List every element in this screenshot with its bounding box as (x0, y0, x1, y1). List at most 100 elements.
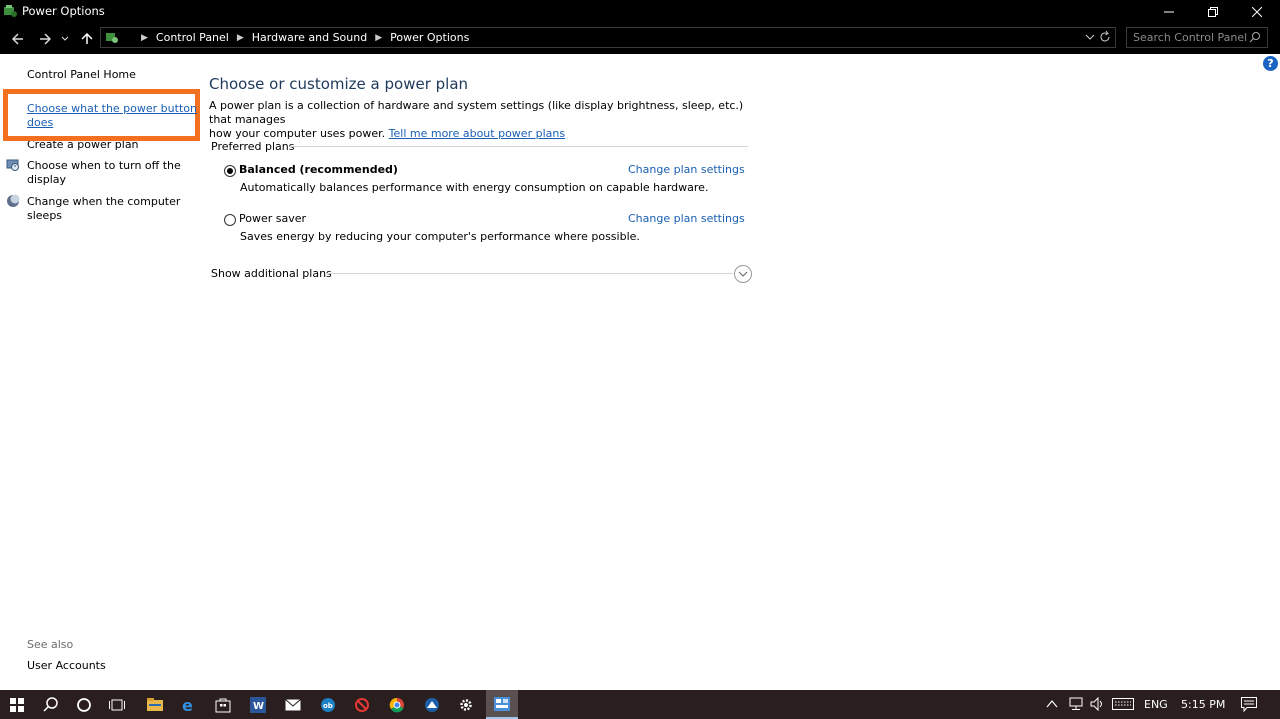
power-saver-plan-description: Saves energy by reducing your computer's… (240, 230, 640, 243)
balanced-plan-description: Automatically balances performance with … (240, 181, 709, 194)
chevron-down-icon (61, 36, 69, 41)
search-icon (43, 697, 58, 712)
app-icon-2 (425, 698, 439, 712)
edge-button[interactable]: e (178, 694, 200, 716)
balanced-change-settings-link[interactable]: Change plan settings (628, 163, 745, 176)
balanced-plan-name[interactable]: Balanced (recommended) (239, 163, 398, 176)
refresh-icon[interactable] (1099, 30, 1111, 44)
minimize-icon (1164, 11, 1174, 13)
search-placeholder: Search Control Panel (1133, 31, 1248, 44)
clock[interactable]: 5:15 PM (1181, 698, 1225, 711)
control-panel-icon (494, 696, 510, 711)
power-button-link-line2[interactable]: does (27, 116, 53, 130)
app-icon: ob (321, 698, 335, 712)
keyboard-icon[interactable] (1112, 698, 1134, 710)
computer-sleeps-link-line1[interactable]: Change when the computer (27, 195, 180, 209)
edge-icon: e (182, 697, 193, 713)
language-indicator[interactable]: ENG (1144, 698, 1168, 711)
turn-off-display-link-line2[interactable]: display (27, 173, 66, 187)
title-bar: Power Options (0, 0, 1280, 24)
up-button[interactable] (77, 29, 97, 49)
control-panel-taskbar-button[interactable] (486, 690, 518, 719)
balanced-radio[interactable] (224, 165, 236, 177)
search-icon (1249, 32, 1260, 43)
address-dropdown-icon[interactable] (1085, 30, 1095, 44)
turn-off-display-link-line1[interactable]: Choose when to turn off the (27, 159, 181, 173)
search-box[interactable]: Search Control Panel (1126, 27, 1268, 48)
learn-more-link[interactable]: Tell me more about power plans (389, 127, 565, 140)
svg-text:W: W (253, 701, 264, 712)
moon-icon (7, 194, 20, 207)
breadcrumb-power-options[interactable]: Power Options (386, 31, 473, 44)
help-icon[interactable]: ? (1263, 56, 1278, 71)
word-button[interactable]: W (247, 694, 269, 716)
expand-button[interactable] (734, 265, 752, 283)
breadcrumb-hardware-and-sound[interactable]: Hardware and Sound (248, 31, 371, 44)
breadcrumb: ▶ Control Panel ▶ Hardware and Sound ▶ P… (137, 31, 473, 44)
settings-icon (460, 699, 472, 711)
back-button[interactable] (8, 29, 28, 49)
block-button[interactable] (351, 694, 373, 716)
network-icon[interactable] (1068, 697, 1084, 711)
page-title: Choose or customize a power plan (209, 75, 469, 93)
file-explorer-icon (147, 698, 163, 711)
action-center-icon[interactable] (1241, 697, 1257, 712)
task-view-button[interactable] (106, 694, 128, 716)
power-saver-plan-name[interactable]: Power saver (239, 212, 306, 225)
recent-locations-button[interactable] (58, 29, 72, 49)
minimize-button[interactable] (1146, 0, 1192, 24)
breadcrumb-control-panel[interactable]: Control Panel (152, 31, 233, 44)
preferred-plans-label: Preferred plans (211, 140, 295, 153)
close-button[interactable] (1234, 0, 1280, 24)
window-title: Power Options (22, 4, 105, 18)
forward-button[interactable] (35, 29, 55, 49)
computer-sleeps-link-line2[interactable]: sleeps (27, 209, 62, 223)
svg-text:e: e (182, 697, 193, 713)
chevron-down-icon (738, 271, 748, 277)
chrome-button[interactable] (386, 694, 408, 716)
control-panel-icon (106, 33, 118, 43)
restore-icon (1208, 7, 1218, 17)
cortana-button[interactable] (73, 694, 95, 716)
volume-icon[interactable] (1090, 697, 1106, 711)
start-button[interactable] (6, 694, 28, 716)
divider (327, 273, 733, 274)
chevron-right-icon: ▶ (141, 32, 148, 43)
power-saver-radio[interactable] (224, 214, 236, 226)
search-button[interactable] (40, 694, 62, 716)
app-button[interactable]: ob (317, 694, 339, 716)
chevron-up-icon[interactable] (1046, 699, 1058, 709)
description-line2: how your computer uses power. (209, 127, 386, 140)
file-explorer-button[interactable] (144, 694, 166, 716)
block-icon (355, 698, 369, 712)
svg-text:ob: ob (323, 702, 333, 710)
power-saver-change-settings-link[interactable]: Change plan settings (628, 212, 745, 225)
chevron-right-icon: ▶ (236, 32, 244, 43)
restore-button[interactable] (1190, 0, 1236, 24)
app-button-2[interactable] (421, 694, 443, 716)
settings-button[interactable] (455, 694, 477, 716)
chevron-right-icon: ▶ (375, 32, 383, 43)
user-accounts-link[interactable]: User Accounts (27, 659, 106, 672)
cortana-icon (77, 698, 91, 712)
see-also-heading: See also (27, 638, 74, 651)
task-view-icon (109, 699, 125, 711)
address-bar[interactable]: ▶ Control Panel ▶ Hardware and Sound ▶ P… (100, 27, 1116, 48)
mail-button[interactable] (282, 694, 304, 716)
page-description: A power plan is a collection of hardware… (209, 99, 759, 141)
control-panel-home-link[interactable]: Control Panel Home (27, 68, 136, 82)
store-button[interactable] (212, 694, 234, 716)
store-icon (215, 698, 231, 713)
back-arrow-icon (12, 33, 23, 45)
start-icon (10, 698, 24, 712)
forward-arrow-icon (40, 33, 51, 45)
power-options-icon (4, 5, 17, 17)
word-icon: W (250, 697, 266, 713)
mail-icon (285, 699, 301, 711)
power-button-link-line1[interactable]: Choose what the power button (27, 102, 197, 116)
description-line1: A power plan is a collection of hardware… (209, 99, 744, 126)
close-icon (1252, 7, 1262, 17)
show-additional-plans-label[interactable]: Show additional plans (211, 267, 332, 280)
up-arrow-icon (81, 33, 93, 44)
display-icon (6, 159, 19, 171)
